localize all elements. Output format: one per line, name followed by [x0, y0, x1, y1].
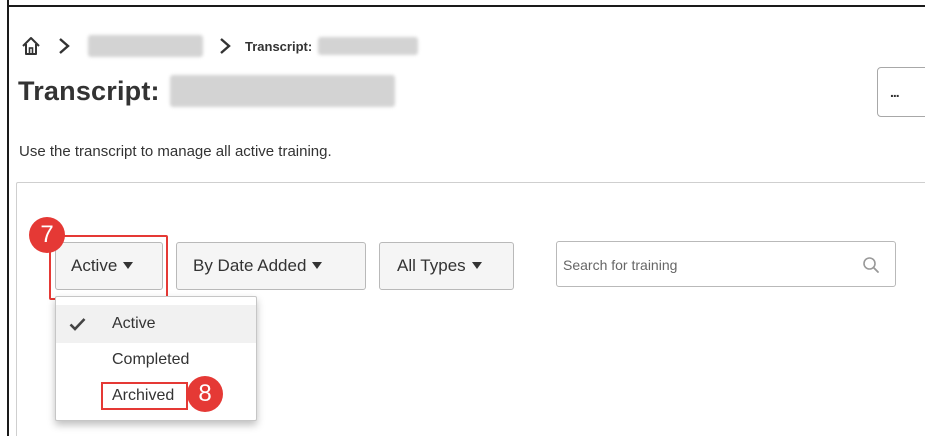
user-name-redacted [169, 75, 395, 107]
menu-item-label: Completed [112, 351, 190, 368]
frame-border-top [7, 5, 925, 7]
sort-label: By Date Added [193, 256, 307, 275]
search-input[interactable] [563, 254, 853, 276]
menu-item-label: Active [112, 315, 156, 332]
chevron-right-icon [56, 37, 72, 55]
breadcrumb: Transcript: [20, 30, 419, 62]
search-icon[interactable] [862, 256, 880, 274]
menu-item-active[interactable]: Active [56, 305, 256, 343]
caret-down-icon [471, 261, 482, 269]
page-title-row: Transcript: [18, 75, 395, 107]
chevron-right-icon [217, 37, 233, 55]
frame-border-left [7, 0, 9, 436]
status-dropdown-menu: Active Completed Archived [55, 296, 257, 421]
page-description: Use the transcript to manage all active … [19, 143, 332, 160]
step-7-highlight [49, 235, 168, 300]
menu-item-completed[interactable]: Completed [56, 341, 256, 379]
breadcrumb-item-redacted[interactable] [88, 35, 203, 57]
more-options-button[interactable]: ... [877, 67, 925, 117]
step-8-badge: 8 [187, 376, 223, 412]
type-filter-label: All Types [397, 256, 466, 275]
caret-down-icon [312, 261, 323, 269]
step-7-badge: 7 [29, 217, 65, 253]
step-8-highlight [101, 382, 188, 410]
search-box[interactable] [556, 241, 896, 287]
breadcrumb-current: Transcript: [245, 38, 313, 54]
page-title: Transcript: [18, 75, 160, 106]
breadcrumb-name-redacted [318, 37, 419, 55]
type-filter-dropdown[interactable]: All Types [379, 242, 514, 290]
sort-dropdown[interactable]: By Date Added [176, 242, 366, 290]
home-icon[interactable] [20, 35, 42, 57]
check-icon [69, 317, 86, 331]
